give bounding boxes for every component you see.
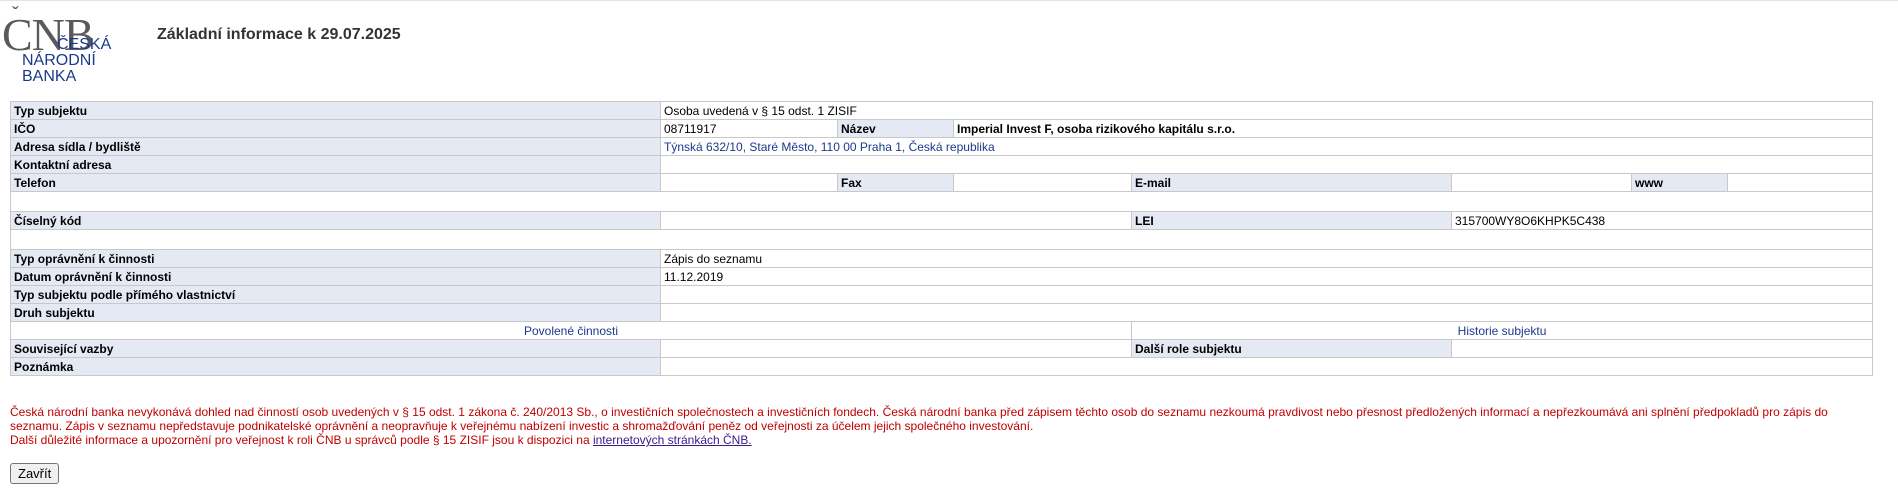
- spacer-row-1: [9, 191, 1874, 212]
- disclaimer-paragraph-2: Další důležité informace a upozornění pr…: [10, 433, 1880, 447]
- row-telefon: Telefon Fax E-mail www: [10, 173, 1874, 192]
- label-kontaktni-adresa: Kontaktní adresa: [10, 155, 661, 174]
- value-datum-opravneni: 11.12.2019: [659, 267, 1874, 286]
- label-dalsi-role: Další role subjektu: [1131, 339, 1452, 358]
- spacer-row-2: [9, 229, 1874, 250]
- value-dalsi-role: [1450, 339, 1874, 358]
- label-telefon: Telefon: [10, 173, 661, 192]
- row-souvisejici-vazby: Související vazby Další role subjektu: [10, 339, 1874, 358]
- label-ciselny-kod: Číselný kód: [10, 211, 661, 230]
- row-adresa: Adresa sídla / bydliště Týnská 632/10, S…: [10, 137, 1874, 156]
- disclaimer: Česká národní banka nevykonává dohled na…: [10, 405, 1880, 447]
- povolene-cinnosti-link[interactable]: Povolené činnosti: [524, 324, 618, 338]
- value-typ-vlastnictvi: [659, 285, 1874, 304]
- value-email: [1451, 173, 1632, 192]
- value-nazev: Imperial Invest F, osoba rizikového kapi…: [952, 119, 1874, 138]
- label-email: E-mail: [1131, 173, 1452, 192]
- row-datum-opravneni: Datum oprávnění k činnosti 11.12.2019: [10, 267, 1874, 286]
- value-ciselny-kod: [660, 211, 1132, 230]
- label-typ-subjektu: Typ subjektu: [10, 101, 661, 120]
- cnb-logo: ˇ CNB ČESKÁ NÁRODNÍ BANKA: [2, 4, 122, 85]
- row-ciselny-kod: Číselný kód LEI 315700WY8O6KHPK5C438: [10, 211, 1874, 230]
- top-divider: [0, 0, 1898, 1]
- subject-info-table: Typ subjektu Osoba uvedená v § 15 odst. …: [9, 101, 1874, 376]
- value-typ-opravneni: Zápis do seznamu: [659, 249, 1874, 268]
- value-adresa: Týnská 632/10, Staré Město, 110 00 Praha…: [659, 137, 1874, 156]
- row-kontaktni-adresa: Kontaktní adresa: [10, 155, 1874, 174]
- value-druh-subjektu: [659, 303, 1874, 322]
- historie-subjektu-cell: Historie subjektu: [1130, 321, 1874, 340]
- label-fax: Fax: [837, 173, 954, 192]
- label-adresa: Adresa sídla / bydliště: [10, 137, 661, 156]
- value-poznamka: [659, 357, 1874, 376]
- spacer-cell-1: [9, 191, 1874, 212]
- row-ico: IČO 08711917 Název Imperial Invest F, os…: [10, 119, 1874, 138]
- row-typ-subjektu: Typ subjektu Osoba uvedená v § 15 odst. …: [10, 101, 1874, 120]
- logo-line-ceska: ČESKÁ: [57, 36, 112, 53]
- label-www: www: [1631, 173, 1728, 192]
- label-typ-opravneni: Typ oprávnění k činnosti: [10, 249, 661, 268]
- row-links: Povolené činnosti Historie subjektu: [10, 321, 1874, 340]
- row-poznamka: Poznámka: [10, 357, 1874, 376]
- row-typ-opravneni: Typ oprávnění k činnosti Zápis do seznam…: [10, 249, 1874, 268]
- value-souvisejici-vazby: [660, 339, 1132, 358]
- page-title: Základní informace k 29.07.2025: [157, 26, 401, 43]
- value-lei: 315700WY8O6KHPK5C438: [1450, 211, 1874, 230]
- close-button[interactable]: Zavřít: [10, 463, 60, 484]
- spacer-cell-2: [9, 229, 1874, 250]
- label-nazev: Název: [837, 119, 954, 138]
- label-lei: LEI: [1131, 211, 1452, 230]
- disclaimer-paragraph-2-text: Další důležité informace a upozornění pr…: [10, 433, 593, 447]
- label-ico: IČO: [10, 119, 661, 138]
- value-typ-subjektu: Osoba uvedená v § 15 odst. 1 ZISIF: [659, 101, 1874, 120]
- logo-line-banka: BANKA: [22, 68, 77, 85]
- row-typ-vlastnictvi: Typ subjektu podle přímého vlastnictví: [10, 285, 1874, 304]
- povolene-cinnosti-cell: Povolené činnosti: [10, 321, 1132, 340]
- logo-hacek: ˇ: [12, 3, 19, 25]
- logo-line-narodni: NÁRODNÍ: [22, 52, 96, 69]
- value-ico: 08711917: [660, 119, 838, 138]
- value-www: [1726, 173, 1874, 192]
- label-datum-opravneni: Datum oprávnění k činnosti: [10, 267, 661, 286]
- label-druh-subjektu: Druh subjektu: [10, 303, 661, 322]
- cnb-website-link[interactable]: internetových stránkách ČNB.: [593, 433, 752, 447]
- value-fax: [953, 173, 1132, 192]
- label-poznamka: Poznámka: [10, 357, 661, 376]
- value-kontaktni-adresa: [659, 155, 1874, 174]
- value-telefon: [660, 173, 838, 192]
- historie-subjektu-link[interactable]: Historie subjektu: [1458, 324, 1547, 338]
- row-druh-subjektu: Druh subjektu: [10, 303, 1874, 322]
- disclaimer-paragraph-1: Česká národní banka nevykonává dohled na…: [10, 405, 1828, 433]
- label-souvisejici-vazby: Související vazby: [10, 339, 661, 358]
- label-typ-vlastnictvi: Typ subjektu podle přímého vlastnictví: [10, 285, 661, 304]
